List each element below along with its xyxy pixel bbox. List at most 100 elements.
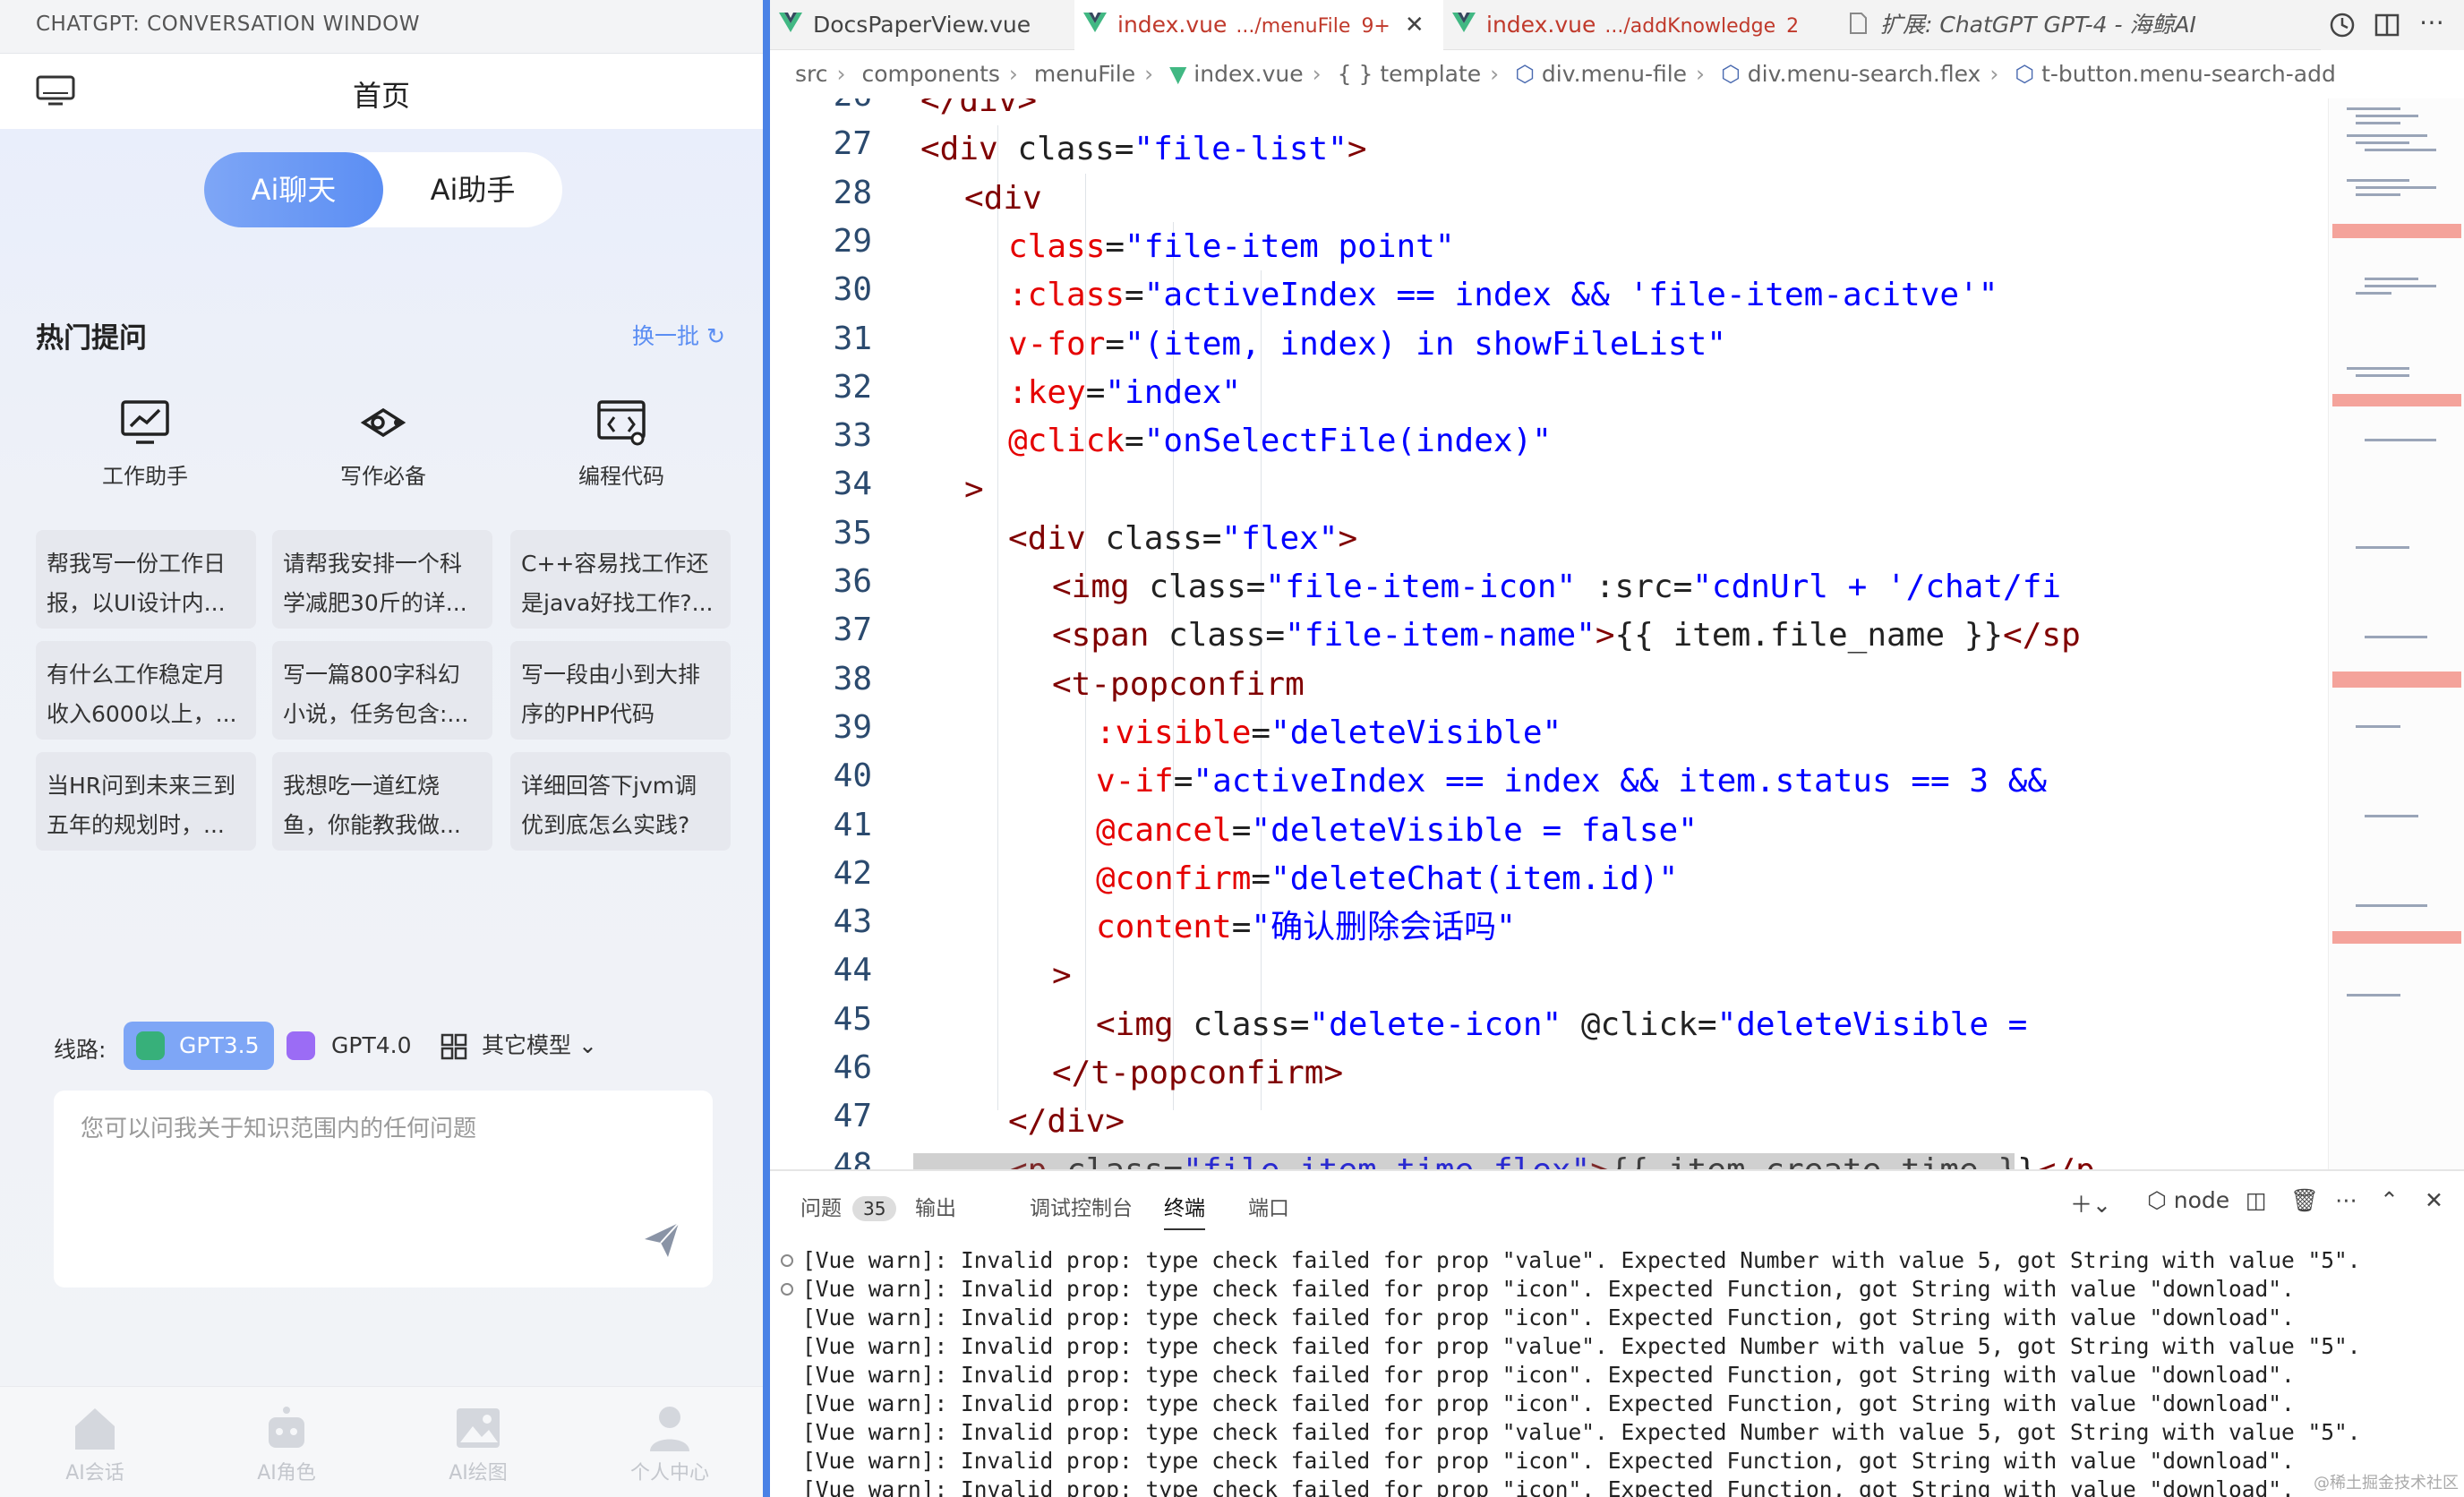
trash-icon[interactable]: 🗑 bbox=[2290, 1187, 2319, 1214]
nav-profile[interactable]: 个人中心 bbox=[616, 1403, 723, 1485]
terminal-profile[interactable]: ⬡ node bbox=[2147, 1187, 2229, 1213]
line-number: 33 bbox=[833, 417, 872, 455]
crumb[interactable]: menuFile bbox=[1034, 61, 1135, 87]
problem-badge: 2 bbox=[1786, 15, 1800, 38]
code-line: </div> bbox=[1008, 1103, 1125, 1141]
horizontal-scrollbar[interactable] bbox=[913, 1153, 2015, 1169]
tab-extension-chatgpt[interactable]: 扩展: ChatGPT GPT-4 - 海鲸AI bbox=[1837, 0, 2303, 50]
panel-tab-label: 调试控制台 bbox=[1030, 1197, 1133, 1220]
line-number: 45 bbox=[833, 1000, 872, 1038]
vue-icon bbox=[779, 13, 802, 32]
question-card[interactable]: 有什么工作稳定月 收入6000以上，... bbox=[36, 641, 256, 740]
hot-questions-title: 热门提问 bbox=[36, 322, 147, 355]
question-card[interactable]: 写一段由小到大排 序的PHP代码 bbox=[510, 641, 731, 740]
code-line: <div bbox=[964, 179, 1042, 217]
line-number: 40 bbox=[833, 757, 872, 795]
terminal-line: [Vue warn]: Invalid prop: type check fai… bbox=[802, 1276, 2295, 1302]
maximize-icon[interactable]: ⌃ bbox=[2380, 1187, 2399, 1213]
crumb[interactable]: div.menu-file bbox=[1542, 61, 1687, 87]
page-title: 首页 bbox=[352, 79, 410, 113]
code-line: v-for="(item, index) in showFileList" bbox=[1008, 325, 1726, 363]
tab-docspaperview[interactable]: DocsPaperView.vue bbox=[770, 0, 1074, 50]
question-card[interactable]: C++容易找工作还 是java好找工作?... bbox=[510, 530, 731, 629]
model-gpt35-button[interactable]: GPT3.5 bbox=[124, 1022, 274, 1070]
split-terminal-icon[interactable]: ◫ bbox=[2246, 1187, 2267, 1213]
card-line: 我想吃一道红烧 bbox=[283, 773, 441, 799]
code-line: @confirm="deleteChat(item.id)" bbox=[1096, 860, 1679, 897]
tab-terminal[interactable]: 终端 bbox=[1164, 1191, 1205, 1230]
nav-ai-chat[interactable]: AI会话 bbox=[41, 1403, 149, 1485]
question-card[interactable]: 当HR问到未来三到 五年的规划时，... bbox=[36, 752, 256, 851]
panel-actions: ＋⌄ ⬡ node ◫ 🗑 ⋯ ⌃ ✕ bbox=[2070, 1187, 2464, 1223]
nav-ai-draw[interactable]: AI绘图 bbox=[424, 1403, 532, 1485]
model-gpt40-button[interactable]: GPT4.0 bbox=[287, 1022, 411, 1070]
indent-guide bbox=[997, 125, 998, 1110]
category-coding[interactable]: 编程代码 bbox=[541, 399, 702, 490]
more-actions-icon[interactable]: ⋯ bbox=[2419, 7, 2444, 37]
tab-ai-chat[interactable]: Ai聊天 bbox=[204, 152, 383, 227]
openai-icon bbox=[287, 1031, 315, 1060]
crumb[interactable]: index.vue bbox=[1194, 61, 1303, 87]
crumb[interactable]: { } template bbox=[1338, 61, 1482, 87]
tab-debug-console[interactable]: 调试控制台 bbox=[1030, 1191, 1133, 1221]
panel-divider[interactable] bbox=[763, 0, 770, 1497]
tab-problems[interactable]: 问题 35 bbox=[800, 1191, 897, 1221]
nav-ai-role[interactable]: AI角色 bbox=[233, 1403, 340, 1485]
question-card[interactable]: 我想吃一道红烧 鱼，你能教我做... bbox=[272, 752, 492, 851]
code-line: :key="index" bbox=[1008, 373, 1242, 411]
refresh-icon: ↻ bbox=[706, 323, 725, 349]
code-window-icon bbox=[597, 400, 646, 446]
mode-toggle: Ai聊天 Ai助手 bbox=[204, 152, 562, 227]
crumb[interactable]: src bbox=[795, 61, 828, 87]
other-models-dropdown[interactable]: 其它模型 ⌄ bbox=[441, 1022, 597, 1070]
input-placeholder: 您可以问我关于知识范围内的任何问题 bbox=[81, 1116, 477, 1142]
add-terminal-icon[interactable]: ＋⌄ bbox=[2070, 1187, 2111, 1219]
history-icon[interactable] bbox=[2328, 11, 2357, 39]
close-icon[interactable]: ✕ bbox=[1405, 12, 1424, 38]
tab-ports[interactable]: 端口 bbox=[1248, 1191, 1289, 1221]
breadcrumb: src › components › menuFile › ▼ index.vue › … bbox=[770, 50, 2464, 98]
chevron-right-icon: › bbox=[836, 61, 846, 87]
category-writing[interactable]: 写作必备 bbox=[303, 399, 464, 490]
code-area[interactable]: </div> <div class="file-list"> <div class="… bbox=[913, 98, 2195, 1169]
line-number: 35 bbox=[833, 514, 872, 552]
category-work-assistant[interactable]: 工作助手 bbox=[64, 399, 226, 490]
crumb[interactable]: div.menu-search.flex bbox=[1748, 61, 1981, 87]
crumb[interactable]: t-button.menu-search-add bbox=[2041, 61, 2336, 87]
question-card[interactable]: 请帮我安排一个科 学减肥30斤的详... bbox=[272, 530, 492, 629]
question-card[interactable]: 帮我写一份工作日 报，以UI设计内... bbox=[36, 530, 256, 629]
panel-tabs: 问题 35 输出 调试控制台 终端 端口 ＋⌄ ⬡ node ◫ 🗑 ⋯ ⌃ ✕ bbox=[770, 1171, 2464, 1239]
card-line: 五年的规划时，... bbox=[47, 812, 225, 838]
model-label: GPT4.0 bbox=[331, 1032, 412, 1058]
close-panel-icon[interactable]: ✕ bbox=[2425, 1187, 2443, 1213]
tab-menufile-index[interactable]: index.vue .../menuFile 9+ ✕ bbox=[1074, 0, 1443, 50]
tab-ai-assistant[interactable]: Ai助手 bbox=[383, 152, 562, 227]
line-number: 32 bbox=[833, 368, 872, 406]
terminal-line: [Vue warn]: Invalid prop: type check fai… bbox=[802, 1390, 2295, 1416]
code-line: v-if="activeIndex == index && item.statu… bbox=[1096, 763, 2048, 800]
nav-label: AI角色 bbox=[257, 1462, 316, 1484]
refresh-button[interactable]: 换一批 ↻ bbox=[632, 319, 725, 351]
split-editor-icon[interactable] bbox=[2373, 11, 2401, 39]
tab-output[interactable]: 输出 bbox=[915, 1191, 956, 1221]
category-label: 工作助手 bbox=[102, 464, 188, 489]
chevron-right-icon: › bbox=[1144, 61, 1154, 87]
line-number: 37 bbox=[833, 612, 872, 649]
question-card[interactable]: 详细回答下jvm调 优到底怎么实践? bbox=[510, 752, 731, 851]
route-label: 线路: bbox=[54, 1037, 107, 1063]
bottom-panel: 问题 35 输出 调试控制台 终端 端口 ＋⌄ ⬡ node ◫ 🗑 ⋯ ⌃ ✕ … bbox=[770, 1169, 2464, 1497]
code-line: <img class="delete-icon" @click="deleteV… bbox=[1096, 1005, 2028, 1043]
tab-addknowledge-index[interactable]: index.vue .../addKnowledge 2 bbox=[1443, 0, 1837, 50]
minimap[interactable] bbox=[2328, 98, 2464, 1169]
send-icon[interactable] bbox=[641, 1219, 682, 1261]
terminal-output[interactable]: [Vue warn]: Invalid prop: type check fai… bbox=[770, 1248, 2464, 1497]
terminal-line: [Vue warn]: Invalid prop: type check fai… bbox=[802, 1362, 2295, 1388]
code-line: <t-popconfirm bbox=[1052, 665, 1305, 703]
question-input[interactable]: 您可以问我关于知识范围内的任何问题 bbox=[54, 1091, 713, 1287]
chat-app-panel: CHATGPT: CONVERSATION WINDOW 首页 Ai聊天 Ai助… bbox=[0, 0, 763, 1497]
tab-filename: index.vue bbox=[1486, 12, 1596, 38]
question-card[interactable]: 写一篇800字科幻 小说，任务包含:... bbox=[272, 641, 492, 740]
vertical-scrollbar[interactable] bbox=[2312, 98, 2328, 1169]
crumb[interactable]: components bbox=[861, 61, 999, 87]
more-icon[interactable]: ⋯ bbox=[2335, 1187, 2357, 1213]
